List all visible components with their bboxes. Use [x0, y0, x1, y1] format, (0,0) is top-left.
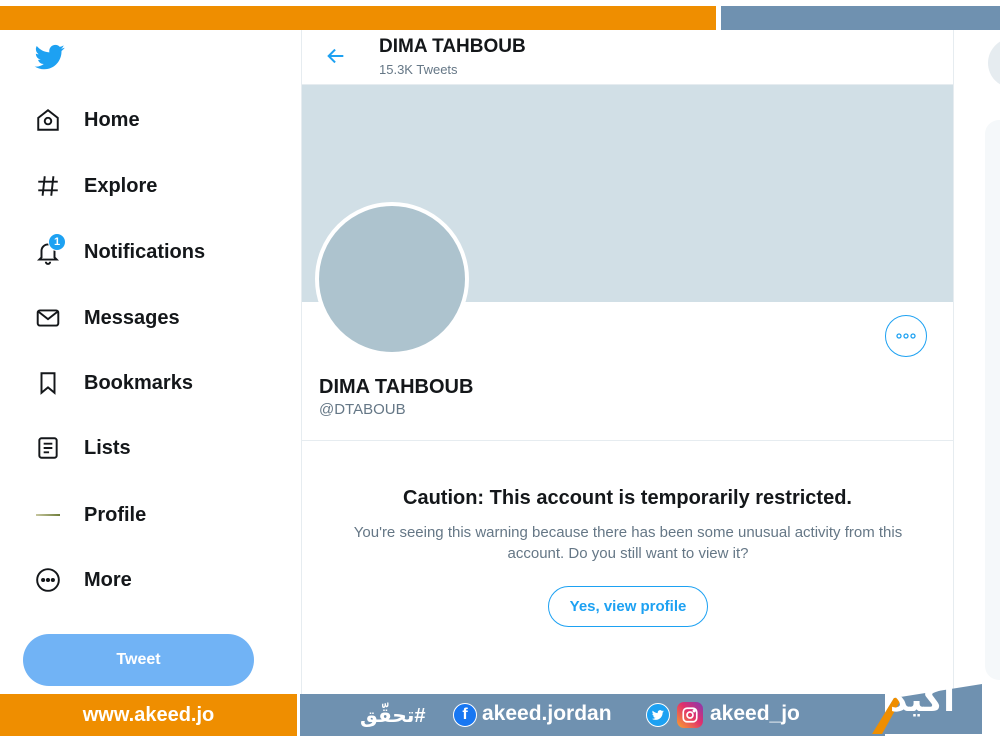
back-arrow-icon[interactable] [322, 42, 350, 70]
profile-name: DIMA TAHBOUB [319, 376, 474, 398]
more-options-button[interactable] [885, 315, 927, 357]
sidebar-item-label: Lists [84, 436, 131, 459]
search-circle[interactable] [988, 38, 1000, 88]
more-circle-icon [30, 562, 66, 598]
instagram-icon [677, 702, 703, 728]
footer-hashtag: #تحقّق [360, 705, 426, 727]
sidebar-item-label: Home [84, 108, 140, 131]
avatar[interactable] [315, 202, 469, 356]
sidebar-item-label: Bookmarks [84, 371, 193, 394]
sidebar-item-label: Explore [84, 174, 158, 197]
header-name: DIMA TAHBOUB [379, 36, 526, 57]
twitter-icon [646, 703, 670, 727]
main-column: DIMA TAHBOUB 15.3K Tweets DIMA TAHBOUB @… [301, 30, 954, 694]
sidebar-item-more[interactable]: More [30, 560, 270, 600]
warning-title: Caution: This account is temporarily res… [403, 487, 852, 509]
sidebar-item-profile[interactable]: Profile [30, 495, 270, 535]
sidebar-item-label: More [84, 568, 132, 591]
sidebar-item-bookmarks[interactable]: Bookmarks [30, 363, 270, 403]
sidebar-item-label: Messages [84, 306, 180, 329]
top-orange-bar [0, 6, 716, 30]
top-blue-bar [721, 6, 1000, 30]
notification-badge: 1 [48, 233, 66, 251]
sidebar-item-label: Profile [84, 503, 147, 526]
logo-text: أكيد [890, 680, 955, 720]
list-icon [30, 430, 66, 466]
hashtag-icon [30, 168, 66, 204]
ellipsis-icon [896, 333, 916, 339]
home-icon [30, 102, 66, 138]
divider [302, 440, 953, 441]
sidebar-item-label: Notifications [84, 240, 206, 263]
view-profile-button[interactable]: Yes, view profile [548, 586, 708, 627]
bookmark-icon [30, 365, 66, 401]
profile-header: DIMA TAHBOUB 15.3K Tweets [302, 30, 953, 85]
warning-text: You're seeing this warning because there… [353, 524, 903, 562]
footer-social-band: #تحقّق f akeed.jordan akeed_jo [300, 694, 885, 736]
profile-icon [30, 497, 66, 533]
right-panel [985, 120, 1000, 680]
footer-website-band: www.akeed.jo [0, 694, 297, 736]
sidebar: Home Explore 1 Notifications Messages Bo… [0, 30, 300, 694]
envelope-icon [30, 300, 66, 336]
tweet-count: 15.3K Tweets [379, 62, 458, 77]
sidebar-item-messages[interactable]: Messages [30, 298, 270, 338]
footer-website: www.akeed.jo [82, 703, 215, 726]
profile-handle: @DTABOUB [319, 401, 406, 418]
sidebar-item-lists[interactable]: Lists [30, 428, 270, 468]
facebook-icon: f [453, 703, 477, 727]
sidebar-item-home[interactable]: Home [30, 100, 270, 140]
sidebar-item-explore[interactable]: Explore [30, 166, 270, 206]
right-column [955, 30, 1000, 694]
footer-white-strip [0, 736, 1000, 750]
bell-icon: 1 [30, 233, 66, 270]
footer-social-handle: akeed_jo [710, 702, 800, 725]
sidebar-item-notifications[interactable]: 1 Notifications [30, 232, 270, 272]
tweet-button[interactable]: Tweet [23, 634, 254, 686]
twitter-bird-icon[interactable] [33, 42, 67, 72]
footer-facebook: akeed.jordan [482, 702, 612, 725]
